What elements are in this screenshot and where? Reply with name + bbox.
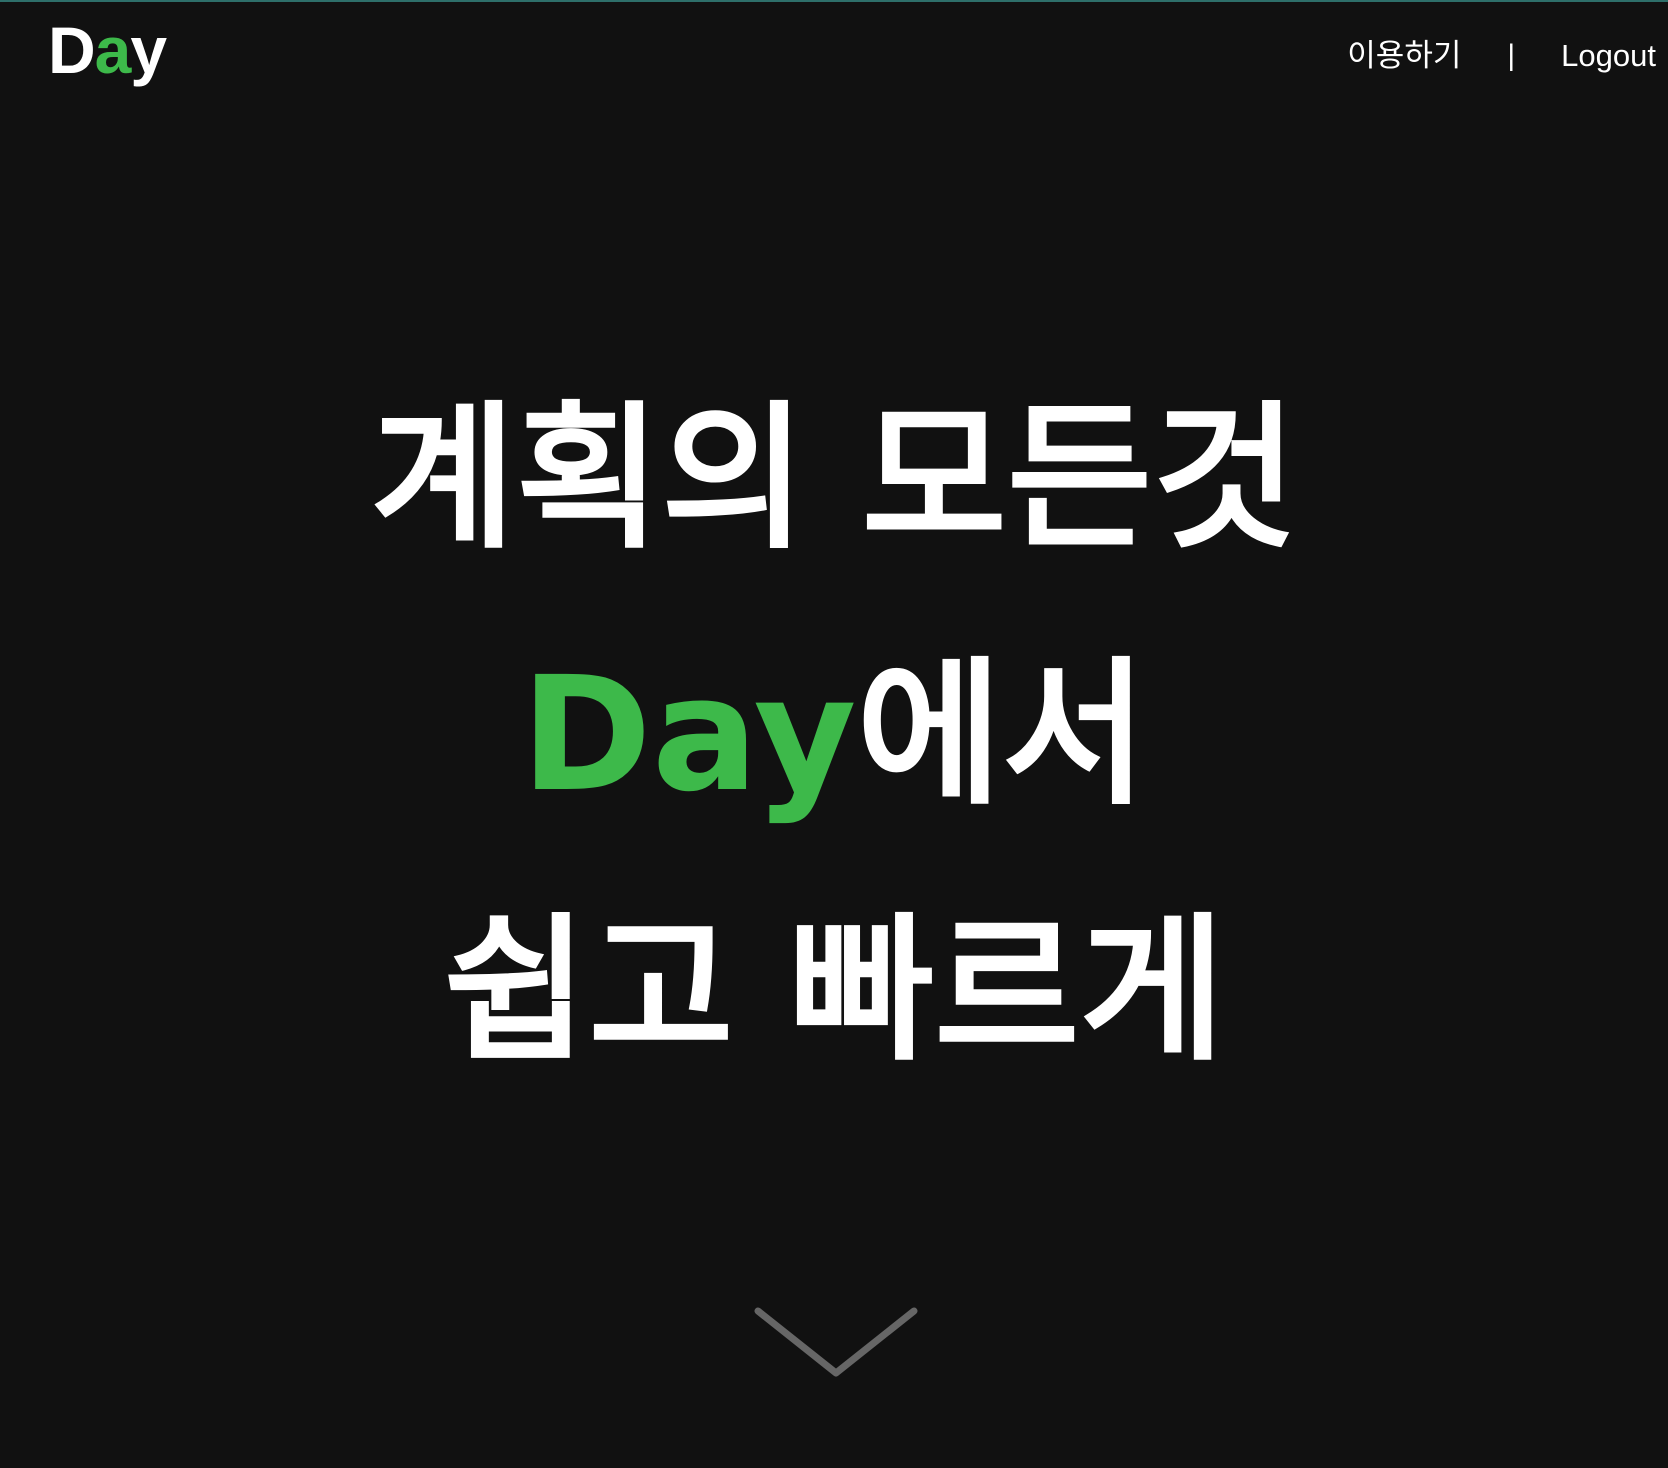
- top-nav: 이용하기 | Logout: [1347, 30, 1656, 82]
- hero-headline-line2: Day에서: [0, 640, 1668, 830]
- use-link[interactable]: 이용하기: [1347, 30, 1461, 82]
- logo-letter-y: y: [130, 13, 167, 87]
- logo[interactable]: Day: [48, 10, 167, 90]
- chevron-down-icon: [754, 1307, 918, 1377]
- hero-headline-line2-rest: 에서: [856, 643, 1148, 827]
- hero-brand-name: Day: [520, 643, 857, 827]
- logo-letter-d: D: [48, 13, 96, 87]
- logo-letter-a: a: [94, 13, 132, 87]
- nav-separator: |: [1507, 39, 1516, 72]
- hero-headline-line1: 계획의 모든것: [370, 387, 1298, 571]
- top-border: [0, 0, 1668, 2]
- logout-link[interactable]: Logout: [1561, 30, 1656, 82]
- hero-headline-line3: 쉽고 빠르게: [443, 899, 1225, 1083]
- scroll-down-button[interactable]: [750, 1303, 922, 1389]
